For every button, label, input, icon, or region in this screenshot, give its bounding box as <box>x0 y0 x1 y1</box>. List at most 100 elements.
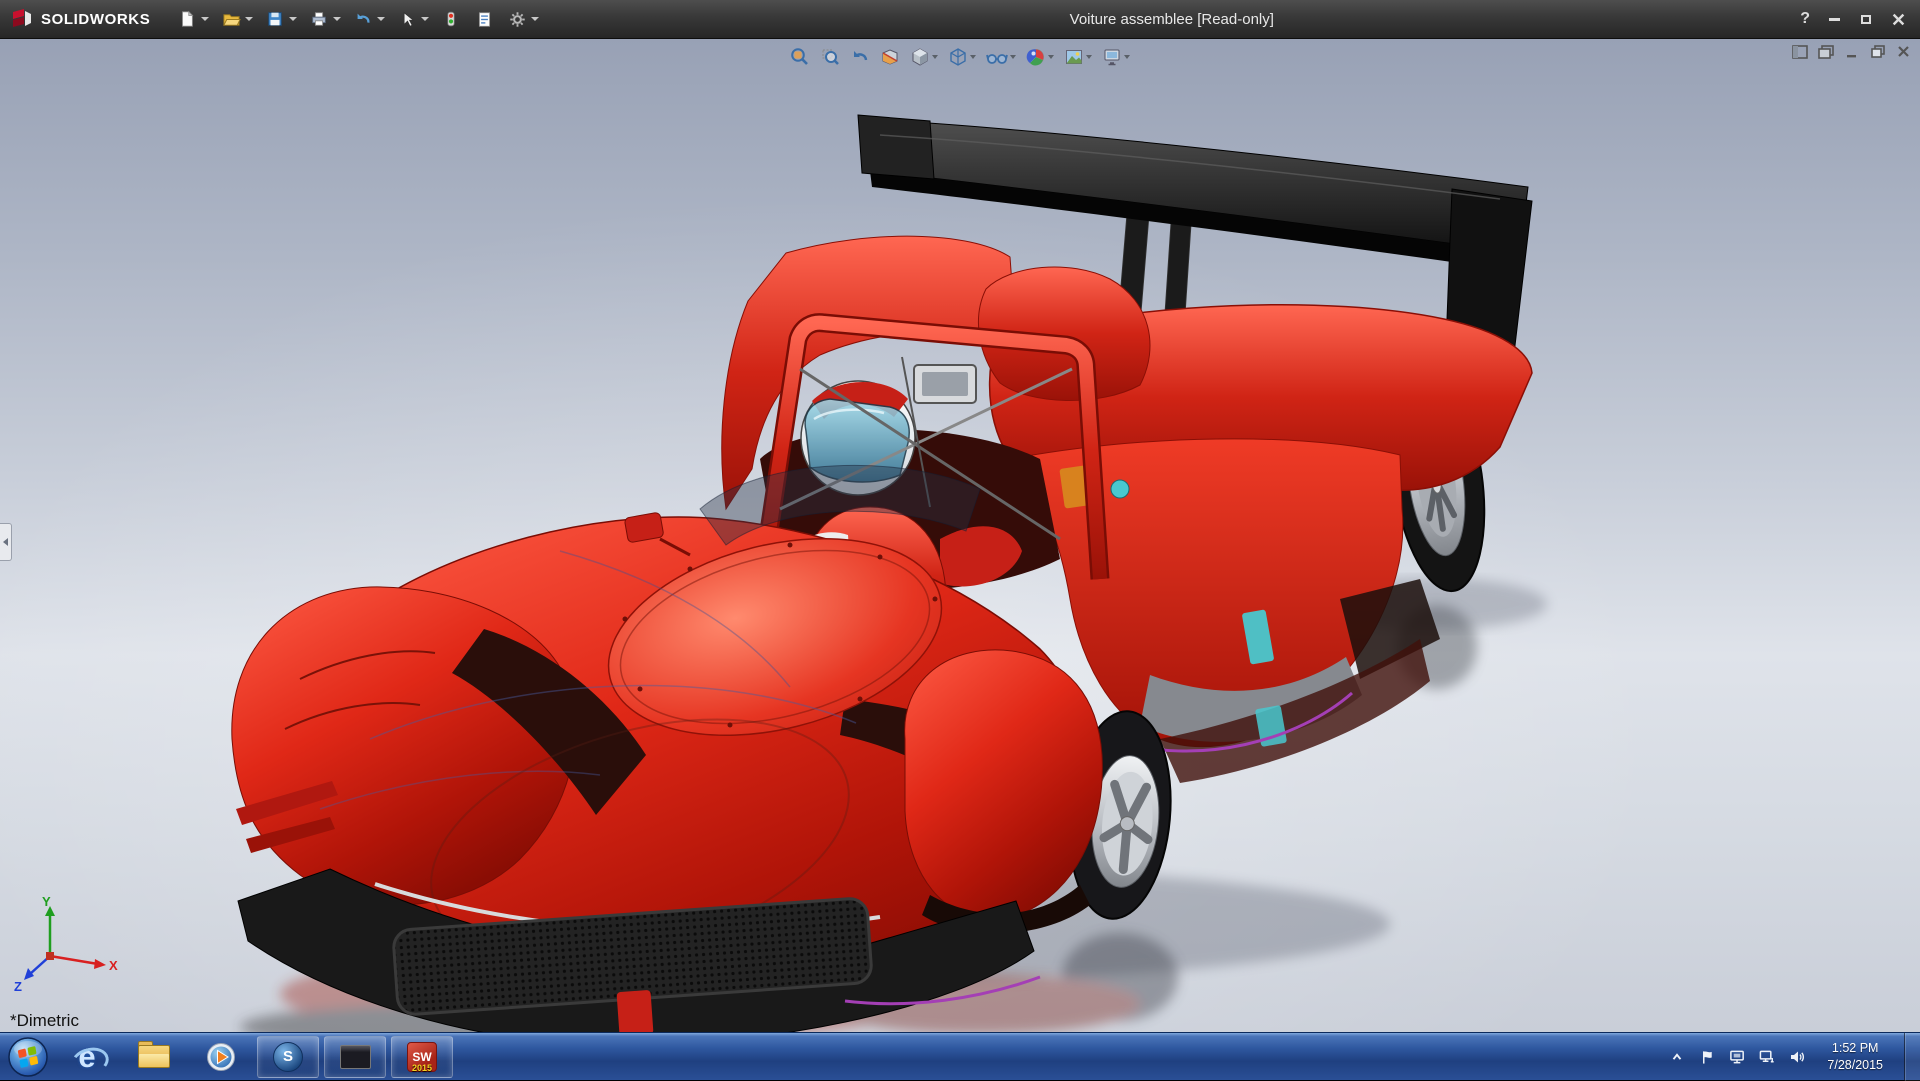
minimize-button[interactable] <box>1826 11 1842 27</box>
save-button[interactable] <box>260 4 301 34</box>
appearance-ball-icon <box>1026 47 1046 67</box>
system-tray: 1:52 PM 7/28/2015 <box>1668 1033 1920 1081</box>
window-menu-button[interactable] <box>1817 44 1834 59</box>
zoom-to-area-button[interactable] <box>817 43 843 71</box>
edit-appearance-button[interactable] <box>1023 43 1057 71</box>
dropdown-caret[interactable] <box>531 17 539 21</box>
close-icon <box>1892 13 1905 26</box>
dropdown-caret[interactable] <box>377 17 385 21</box>
section-view-button[interactable] <box>877 43 903 71</box>
section-view-icon <box>880 47 900 67</box>
minimize-doc-button[interactable] <box>1843 44 1860 59</box>
hide-show-items-button[interactable] <box>983 43 1019 71</box>
dropdown-caret[interactable] <box>201 17 209 21</box>
file-properties-icon <box>473 8 495 30</box>
apply-scene-icon <box>1064 47 1084 67</box>
display-style-icon <box>948 47 968 67</box>
solidworks-logo-icon <box>10 8 34 30</box>
zoom-to-fit-button[interactable] <box>787 43 813 71</box>
taskbar-item-media-player[interactable] <box>190 1036 252 1078</box>
z-axis-label: Z <box>14 979 22 994</box>
options-button[interactable] <box>502 4 543 34</box>
window-controls: ? <box>1800 10 1920 28</box>
dropdown-caret[interactable] <box>932 55 938 59</box>
print-button[interactable] <box>304 4 345 34</box>
new-document-button[interactable] <box>172 4 213 34</box>
hide-show-glasses-icon <box>986 47 1008 67</box>
3d-viewport-scene[interactable] <box>0 39 1920 1032</box>
taskbar-item-solidworks-2015[interactable]: SW 2015 <box>391 1036 453 1078</box>
print-icon <box>308 8 330 30</box>
dropdown-caret[interactable] <box>289 17 297 21</box>
network-tray-button[interactable] <box>1758 1048 1776 1066</box>
rebuild-button[interactable] <box>436 4 466 34</box>
open-button[interactable] <box>216 4 257 34</box>
volume-tray-button[interactable] <box>1788 1048 1806 1066</box>
close-button[interactable] <box>1890 11 1906 27</box>
command-window-icon <box>340 1045 371 1069</box>
dropdown-caret[interactable] <box>421 17 429 21</box>
dropdown-caret[interactable] <box>1010 55 1016 59</box>
open-folder-icon <box>220 8 242 30</box>
dropdown-caret[interactable] <box>970 55 976 59</box>
apply-scene-button[interactable] <box>1061 43 1095 71</box>
select-button[interactable] <box>392 4 433 34</box>
display-style-button[interactable] <box>945 43 979 71</box>
tow-hook <box>617 990 654 1032</box>
dropdown-caret[interactable] <box>1048 55 1054 59</box>
taskbar-item-command-window[interactable] <box>324 1036 386 1078</box>
feature-tree-collapsed-tab[interactable] <box>0 523 12 561</box>
app-name: SOLIDWORKS <box>41 11 150 28</box>
view-orientation-cube-icon <box>910 47 930 67</box>
taskbar-clock[interactable]: 1:52 PM 7/28/2015 <box>1818 1040 1892 1073</box>
view-settings-button[interactable] <box>1099 43 1133 71</box>
window-title: Voiture assemblee [Read-only] <box>543 11 1800 28</box>
internet-explorer-icon: e <box>70 1040 104 1074</box>
car-model[interactable] <box>232 115 1547 1032</box>
clock-time: 1:52 PM <box>1827 1040 1883 1056</box>
action-center-button[interactable] <box>1698 1048 1716 1066</box>
rebuild-stoplight-icon <box>440 8 462 30</box>
cyan-detail <box>1111 480 1129 498</box>
dropdown-caret[interactable] <box>1086 55 1092 59</box>
help-button[interactable]: ? <box>1800 10 1810 28</box>
volume-icon <box>1789 1049 1805 1065</box>
x-axis-label: X <box>109 958 118 973</box>
collapse-arrow-icon <box>3 538 8 546</box>
start-button[interactable] <box>0 1033 56 1080</box>
close-doc-button[interactable] <box>1895 44 1912 59</box>
installer-icon <box>1729 1049 1746 1065</box>
document-window-controls <box>1791 44 1912 59</box>
options-gear-icon <box>506 8 528 30</box>
show-feature-tree-button[interactable] <box>1791 44 1808 59</box>
windows-explorer-folder-icon <box>138 1045 170 1068</box>
view-settings-icon <box>1102 47 1122 67</box>
graphics-viewport[interactable]: Y X Z *Dimetric <box>0 39 1920 1032</box>
chevron-up-icon <box>1670 1050 1684 1064</box>
taskbar-item-solidworks-app[interactable]: S <box>257 1036 319 1078</box>
dropdown-caret[interactable] <box>333 17 341 21</box>
taskbar-item-internet-explorer[interactable]: e <box>56 1036 118 1078</box>
solidworks-app-icon: S <box>273 1042 303 1072</box>
flag-icon <box>1700 1049 1715 1065</box>
taskbar-item-windows-explorer[interactable] <box>123 1036 185 1078</box>
orientation-triad: Y X Z <box>12 894 124 994</box>
restore-button[interactable] <box>1858 11 1874 27</box>
heads-up-view-toolbar <box>787 41 1133 73</box>
dropdown-caret[interactable] <box>245 17 253 21</box>
zoom-to-fit-icon <box>790 47 810 67</box>
dropdown-caret[interactable] <box>1124 55 1130 59</box>
save-floppy-icon <box>264 8 286 30</box>
select-cursor-icon <box>396 8 418 30</box>
file-properties-button[interactable] <box>469 4 499 34</box>
windows-start-icon <box>7 1036 49 1078</box>
restore-doc-button[interactable] <box>1869 44 1886 59</box>
new-document-icon <box>176 8 198 30</box>
show-hidden-icons-button[interactable] <box>1668 1048 1686 1066</box>
installer-tray-button[interactable] <box>1728 1048 1746 1066</box>
show-desktop-button[interactable] <box>1904 1033 1920 1081</box>
windows-taskbar: e S SW 2015 <box>0 1032 1920 1080</box>
previous-view-button[interactable] <box>847 43 873 71</box>
undo-button[interactable] <box>348 4 389 34</box>
view-orientation-button[interactable] <box>907 43 941 71</box>
